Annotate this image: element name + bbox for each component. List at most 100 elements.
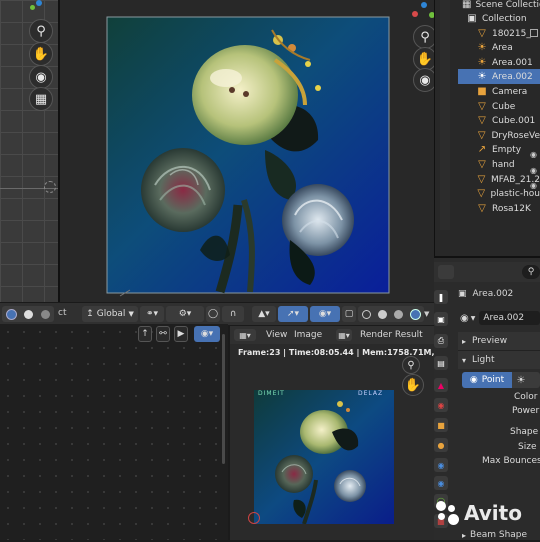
outliner-header-strip	[440, 0, 450, 230]
viewport-3d[interactable]	[60, 0, 434, 302]
overlay-toggle[interactable]: ◉▾	[310, 306, 340, 322]
view-layer-tab-icon[interactable]: ▤	[434, 356, 448, 370]
render-corner-label-right: DELAZ	[358, 390, 384, 397]
proportional-edit-toggle[interactable]: ◯	[206, 306, 220, 322]
transform-orientation-icon: ↥	[86, 309, 94, 319]
color-field-label: Color	[514, 392, 538, 402]
eye-icon[interactable]: ◉	[530, 181, 537, 190]
solid-shading-icon[interactable]	[24, 309, 34, 319]
material-preview-icon[interactable]	[393, 309, 403, 319]
rendered-shading-icon[interactable]	[409, 308, 421, 320]
light-type-spot-button[interactable]	[530, 372, 540, 388]
outliner-item-label: Rosa12K	[492, 203, 531, 214]
bottom-left-editor[interactable]	[0, 324, 228, 540]
camera-view-icon[interactable]: ◉	[29, 65, 53, 89]
pivot-point-dropdown[interactable]: ⚭▾	[140, 306, 164, 322]
properties-editor-type-icon[interactable]	[438, 265, 454, 279]
light-type-sun-button[interactable]: ☀	[512, 372, 530, 388]
light-type-point-button[interactable]: ◉ Point	[462, 372, 512, 388]
outliner-visibility-column: ◉ ◉ ◉	[530, 25, 540, 225]
material-shading-icon[interactable]	[41, 309, 51, 319]
outliner-item-label: Collection	[482, 13, 527, 24]
eye-icon[interactable]: ◉	[530, 166, 537, 175]
scene-collection-icon: ▦	[462, 0, 472, 10]
search-icon: ⚲	[527, 267, 535, 277]
zoom-icon[interactable]: ⚲	[29, 19, 53, 43]
scene-tab-icon[interactable]: ▲	[434, 378, 448, 392]
render-tab-icon[interactable]: ▣	[434, 312, 448, 326]
outliner-item-label: hand	[492, 159, 515, 170]
view-object-types-dropdown[interactable]: ▲▾	[252, 306, 276, 322]
beam-shape-label: Beam Shape	[470, 530, 528, 540]
hand-pan-icon[interactable]: ✋	[402, 374, 424, 396]
display-channels-dropdown[interactable]: ◉▾	[194, 326, 220, 342]
light-datablock-row[interactable]: ◉ ▼ Area.002	[460, 310, 540, 326]
outliner-item-label: Area	[492, 42, 513, 53]
world-tab-icon[interactable]: ◉	[434, 398, 448, 412]
outliner-item-label: Area.001	[492, 57, 533, 68]
object-tab-icon[interactable]: ■	[434, 418, 448, 432]
pin-toggle-icon[interactable]: ↑	[138, 326, 152, 342]
light-type-selector: ◉ Point ☀	[462, 372, 540, 388]
solid-shading-icon[interactable]	[377, 309, 387, 319]
menu-label-fragment: ct	[58, 308, 67, 318]
zoom-icon[interactable]: ⚲	[402, 356, 420, 374]
search-field[interactable]: ⚲	[522, 265, 540, 279]
viewport-camera-render	[60, 0, 434, 302]
object-icon: ▽	[478, 28, 486, 39]
shading-options-icon[interactable]: ▼	[424, 310, 429, 318]
shading-mode-group[interactable]	[358, 306, 424, 322]
hand-pan-icon[interactable]: ✋	[29, 42, 53, 66]
image-menu[interactable]: Image	[294, 330, 322, 340]
gizmo-toggle[interactable]: ➚▾	[278, 306, 308, 322]
light-icon: ☀	[477, 71, 487, 82]
modifier-tab-icon[interactable]: ●	[434, 438, 448, 452]
link-icon[interactable]: ⚯	[156, 326, 170, 342]
light-panel-header[interactable]: ▾ Light	[458, 350, 540, 369]
render-window-header: ▦▾ View Image ▦▾ Render Result	[230, 326, 434, 344]
eye-icon[interactable]: ◉	[530, 150, 537, 159]
avito-watermark-text: Avito	[464, 501, 522, 525]
render-image[interactable]: DIMEIT DELAZ	[254, 390, 394, 524]
falloff-dropdown[interactable]: ∩	[222, 306, 244, 322]
viewport-header-toolbar: ct ↥ Global ▼ ⚭▾ ⚙▾ ◯ ∩ ▲▾ ➚▾ ◉▾ ▢ ▼	[0, 302, 434, 325]
overlay-toggle-group[interactable]	[2, 306, 54, 322]
physics-tab-icon[interactable]: ◉	[434, 476, 448, 490]
render-slot-icon[interactable]: ▶	[174, 326, 188, 342]
light-icon: ☀	[477, 57, 487, 68]
outliner-item[interactable]: ▣ Collection	[466, 11, 540, 26]
left-navigation-gizmo[interactable]	[28, 0, 50, 14]
image-browse-icon[interactable]: ▦▾	[336, 329, 352, 341]
output-tab-icon[interactable]: ⎙	[434, 334, 448, 348]
view-menu[interactable]: View	[266, 330, 287, 340]
editor-type-icon[interactable]: ▦▾	[234, 329, 256, 341]
grid-view-icon[interactable]: ▦	[29, 87, 53, 111]
xray-toggle[interactable]: ▢	[342, 306, 356, 322]
render-result-title[interactable]: Render Result	[360, 330, 423, 340]
bottom-left-top-toolbar: ↑ ⚯ ▶ ◉▾	[134, 326, 230, 342]
checkbox-icon[interactable]	[530, 29, 538, 37]
outliner-item-label: Cube.001	[492, 115, 536, 126]
properties-object-header[interactable]: ▣ Area.002	[458, 286, 540, 302]
light-data-icon: ◉	[460, 312, 469, 324]
point-light-icon: ◉	[469, 375, 478, 385]
viewport-shading-icon[interactable]	[5, 308, 17, 320]
snap-dropdown[interactable]: ⚙▾	[166, 306, 204, 322]
mesh-icon: ▽	[477, 130, 486, 141]
outliner-item[interactable]: ☀ Area.002	[458, 69, 540, 84]
light-section-label: Light	[472, 355, 495, 365]
collection-icon: ▣	[467, 13, 477, 24]
bottom-left-scrollbar[interactable]	[222, 334, 225, 464]
datablock-name-field[interactable]: Area.002	[479, 311, 540, 325]
tool-tab-icon[interactable]: ❚	[434, 290, 448, 304]
wireframe-shading-icon[interactable]	[361, 309, 371, 319]
viewport-navigation-gizmo[interactable]	[412, 2, 436, 24]
transform-pivot-dropdown[interactable]: ↥ Global ▼	[82, 306, 138, 322]
pivot-label: Global	[96, 309, 126, 319]
empty-icon: ↗	[477, 144, 487, 155]
mesh-icon: ▽	[478, 159, 486, 170]
datablock-name: Area.002	[483, 313, 525, 323]
preview-panel-header[interactable]: ▸ Preview	[458, 332, 540, 350]
particles-tab-icon[interactable]: ◉	[434, 458, 448, 472]
render-result-window[interactable]: ▦▾ View Image ▦▾ Render Result Frame:23 …	[230, 326, 463, 540]
